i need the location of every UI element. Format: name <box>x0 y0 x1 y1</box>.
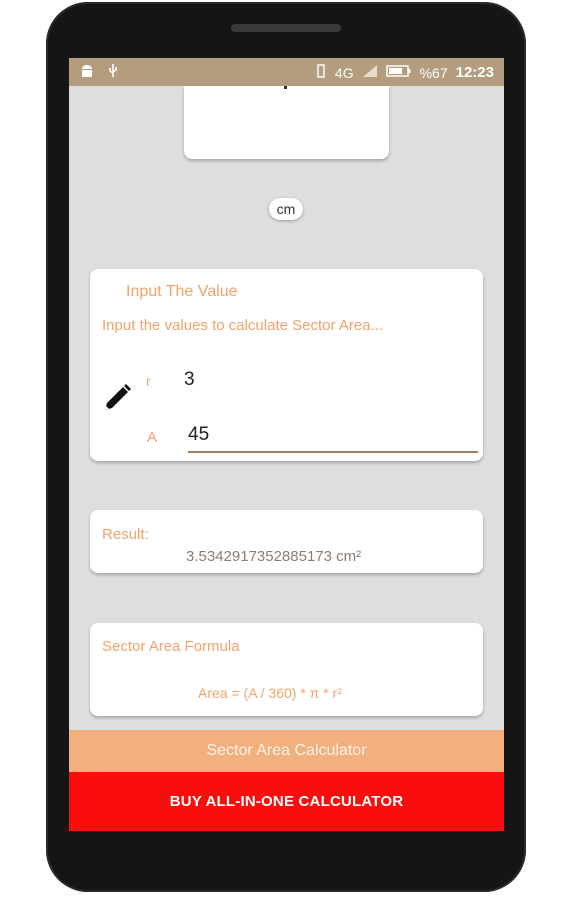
a-label: A <box>147 429 158 446</box>
result-card: Result: 3.5342917352885173 cm² <box>90 510 483 573</box>
input-card-subtitle: Input the values to calculate Sector Are… <box>102 317 384 334</box>
formula-card: Sector Area Formula Area = (A / 360) * π… <box>90 623 483 716</box>
result-value: 3.5342917352885173 cm² <box>186 548 362 565</box>
angle-input-underline <box>188 451 478 453</box>
status-bar: 4G %67 12:23 <box>69 58 504 86</box>
buy-button[interactable]: BUY ALL-IN-ONE CALCULATOR <box>69 772 504 831</box>
formula-text: Area = (A / 360) * π * r² <box>198 685 342 701</box>
network-type: 4G <box>334 64 354 81</box>
radius-input[interactable]: 3 <box>184 369 195 391</box>
clock: 12:23 <box>455 64 494 81</box>
unit-selector[interactable]: cm <box>269 198 303 220</box>
input-card: Input The Value Input the values to calc… <box>90 269 483 461</box>
angle-input[interactable]: 45 <box>188 424 209 446</box>
diagram-mark <box>284 86 287 89</box>
battery-percent: %67 <box>419 64 448 81</box>
vibrate-icon <box>315 63 327 82</box>
android-icon <box>79 63 95 82</box>
sector-diagram-card <box>184 86 389 159</box>
result-label: Result: <box>102 526 149 543</box>
speaker-grille <box>231 24 341 32</box>
input-card-title: Input The Value <box>126 283 238 300</box>
app-title-bar: Sector Area Calculator <box>69 730 504 772</box>
app-screen: 4G %67 12:23 cm Input The Value Input th… <box>69 58 504 831</box>
pencil-icon <box>100 381 134 415</box>
r-label: r <box>146 373 151 389</box>
signal-icon <box>362 64 378 81</box>
usb-icon <box>107 63 119 82</box>
formula-label: Sector Area Formula <box>102 638 240 655</box>
battery-icon <box>385 64 412 81</box>
